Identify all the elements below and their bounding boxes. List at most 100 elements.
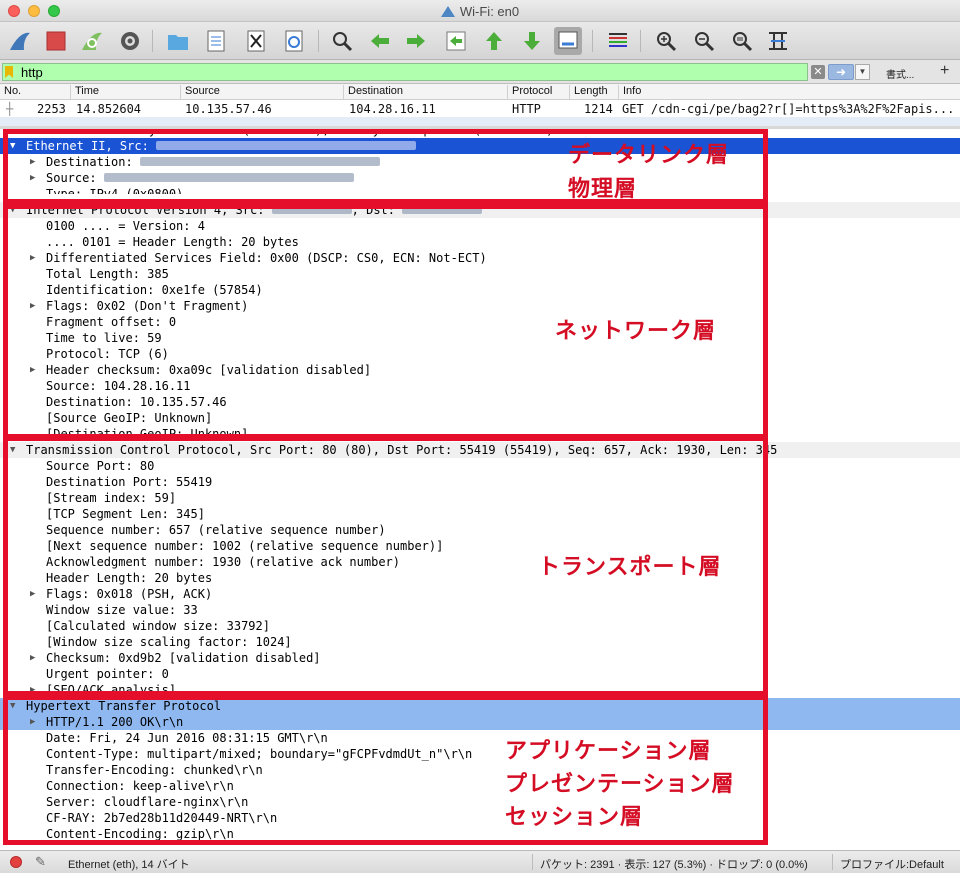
- expand-arrow-icon[interactable]: ▶: [30, 586, 35, 602]
- autoscroll-button[interactable]: [554, 27, 582, 55]
- tree-field[interactable]: Sequence number: 657 (relative sequence …: [0, 522, 960, 538]
- packet-row[interactable]: ┼ 2253 14.852604 10.135.57.46 104.28.16.…: [0, 101, 960, 117]
- tree-field-text: Flags: 0x018 (PSH, ACK): [46, 587, 213, 601]
- eth-destination-label: Destination:: [46, 155, 133, 169]
- tree-field[interactable]: Content-Type: multipart/mixed; boundary=…: [0, 746, 960, 762]
- tree-field[interactable]: Acknowledgment number: 1930 (relative ac…: [0, 554, 960, 570]
- tree-field-text: [Destination GeoIP: Unknown]: [46, 427, 249, 441]
- goto-icon: [446, 31, 466, 51]
- tree-field[interactable]: Identification: 0xe1fe (57854): [0, 282, 960, 298]
- go-to-packet-button[interactable]: [442, 27, 470, 55]
- restart-capture-button[interactable]: [78, 27, 106, 55]
- find-packet-button[interactable]: [328, 27, 356, 55]
- tree-field[interactable]: Server: cloudflare-nginx\r\n: [0, 794, 960, 810]
- http-tree-item[interactable]: ▼ Hypertext Transfer Protocol: [0, 698, 960, 714]
- tree-field[interactable]: ▶ HTTP/1.1 200 OK\r\n: [0, 714, 960, 730]
- tree-field[interactable]: Header Length: 20 bytes: [0, 570, 960, 586]
- start-capture-button[interactable]: [6, 27, 34, 55]
- tree-field[interactable]: [Calculated window size: 33792]: [0, 618, 960, 634]
- column-header-no[interactable]: No.: [0, 85, 21, 99]
- column-header-protocol[interactable]: Protocol: [507, 85, 552, 99]
- column-header-time[interactable]: Time: [70, 85, 99, 99]
- tree-field[interactable]: ▶ Flags: 0x02 (Don't Fragment): [0, 298, 960, 314]
- first-packet-button[interactable]: [480, 27, 508, 55]
- tree-field[interactable]: Transfer-Encoding: chunked\r\n: [0, 762, 960, 778]
- clear-filter-icon[interactable]: ✕: [811, 65, 825, 79]
- tree-field[interactable]: Destination: 10.135.57.46: [0, 394, 960, 410]
- tcp-tree-item[interactable]: ▼ Transmission Control Protocol, Src Port…: [0, 442, 960, 458]
- go-forward-button[interactable]: [402, 27, 430, 55]
- colorize-button[interactable]: [604, 27, 632, 55]
- tree-field[interactable]: Time to live: 59: [0, 330, 960, 346]
- ethernet-tree-item[interactable]: ▼ Ethernet II, Src:: [0, 138, 960, 154]
- save-file-button[interactable]: [202, 27, 230, 55]
- column-header-source[interactable]: Source: [180, 85, 220, 99]
- expand-arrow-icon[interactable]: ▶: [30, 298, 35, 314]
- tree-field[interactable]: [Next sequence number: 1002 (relative se…: [0, 538, 960, 554]
- expand-arrow-icon[interactable]: ▶: [30, 362, 35, 378]
- packet-row-partial[interactable]: [0, 117, 960, 126]
- tree-field[interactable]: Fragment offset: 0: [0, 314, 960, 330]
- tree-field[interactable]: ▶ [SEQ/ACK analysis]: [0, 682, 960, 698]
- tree-field[interactable]: Protocol: TCP (6): [0, 346, 960, 362]
- tree-field[interactable]: [TCP Segment Len: 345]: [0, 506, 960, 522]
- eth-type-item[interactable]: Type: IPv4 (0x0800): [0, 186, 960, 194]
- label-physical: 物理層: [568, 177, 638, 202]
- tree-field[interactable]: Date: Fri, 24 Jun 2016 08:31:15 GMT\r\n: [0, 730, 960, 746]
- arrow-right-icon: [407, 34, 425, 48]
- status-profile[interactable]: プロファイル:Default: [840, 856, 944, 872]
- filter-history-dropdown[interactable]: ▼: [855, 64, 870, 80]
- tree-field[interactable]: Connection: keep-alive\r\n: [0, 778, 960, 794]
- tree-field[interactable]: 0100 .... = Version: 4: [0, 218, 960, 234]
- expand-arrow-icon[interactable]: ▶: [30, 250, 35, 266]
- tree-field[interactable]: [Window size scaling factor: 1024]: [0, 634, 960, 650]
- close-file-button[interactable]: [242, 27, 270, 55]
- zoom-in-button[interactable]: [652, 27, 680, 55]
- normal-size-button[interactable]: [728, 27, 756, 55]
- tree-field[interactable]: ▶ Flags: 0x018 (PSH, ACK): [0, 586, 960, 602]
- tree-field[interactable]: ▶ Checksum: 0xd9b2 [validation disabled]: [0, 650, 960, 666]
- apply-filter-button[interactable]: ➜: [828, 64, 854, 80]
- reload-file-button[interactable]: [280, 27, 308, 55]
- eth-destination-item[interactable]: ▶ Destination:: [0, 154, 960, 170]
- tree-field[interactable]: CF-RAY: 2b7ed28b11d20449-NRT\r\n: [0, 810, 960, 826]
- expand-arrow-icon[interactable]: ▶: [30, 682, 35, 698]
- tree-field[interactable]: Destination Port: 55419: [0, 474, 960, 490]
- tree-field[interactable]: Window size value: 33: [0, 602, 960, 618]
- expand-arrow-icon[interactable]: ▶: [30, 650, 35, 666]
- zoom-out-button[interactable]: [690, 27, 718, 55]
- frame-tree-item[interactable]: ▶ Frame 2359: 399 bytes on wire (3192 bit…: [0, 129, 960, 138]
- column-header-length[interactable]: Length: [569, 85, 608, 99]
- tree-field[interactable]: Total Length: 385: [0, 266, 960, 282]
- tree-field-text: Time to live: 59: [46, 331, 162, 345]
- zoom-out-icon: [695, 32, 715, 52]
- expert-info-icon[interactable]: [10, 856, 22, 868]
- tree-field[interactable]: ▶ Header checksum: 0xa09c [validation dis…: [0, 362, 960, 378]
- tree-field[interactable]: ▶ Differentiated Services Field: 0x00 (DS…: [0, 250, 960, 266]
- tree-field[interactable]: Content-Encoding: gzip\r\n: [0, 826, 960, 842]
- tree-field-text: Checksum: 0xd9b2 [validation disabled]: [46, 651, 321, 665]
- resize-columns-button[interactable]: [764, 27, 792, 55]
- filter-expression-button[interactable]: 書式...: [886, 66, 914, 81]
- eth-source-item[interactable]: ▶ Source:: [0, 170, 960, 186]
- ipv4-tree-item[interactable]: ▼ Internet Protocol Version 4, Src: , Ds…: [0, 202, 960, 218]
- capture-options-button[interactable]: [116, 27, 144, 55]
- tree-field[interactable]: .... 0101 = Header Length: 20 bytes: [0, 234, 960, 250]
- display-filter-input[interactable]: [2, 63, 808, 81]
- tree-field[interactable]: Source Port: 80: [0, 458, 960, 474]
- tree-field[interactable]: [Destination GeoIP: Unknown]: [0, 426, 960, 442]
- column-header-destination[interactable]: Destination: [343, 85, 403, 99]
- redacted-mac: [156, 141, 417, 150]
- add-filter-button[interactable]: +: [940, 62, 949, 80]
- open-file-button[interactable]: [164, 27, 192, 55]
- tree-field[interactable]: Source: 104.28.16.11: [0, 378, 960, 394]
- tree-field[interactable]: [Source GeoIP: Unknown]: [0, 410, 960, 426]
- tree-field[interactable]: [Stream index: 59]: [0, 490, 960, 506]
- stop-capture-button[interactable]: [42, 27, 70, 55]
- tree-field[interactable]: Urgent pointer: 0: [0, 666, 960, 682]
- go-back-button[interactable]: [366, 27, 394, 55]
- column-header-info[interactable]: Info: [618, 85, 641, 99]
- expand-arrow-icon[interactable]: ▶: [30, 714, 35, 730]
- capture-comment-icon[interactable]: ✎: [35, 854, 46, 870]
- last-packet-button[interactable]: [518, 27, 546, 55]
